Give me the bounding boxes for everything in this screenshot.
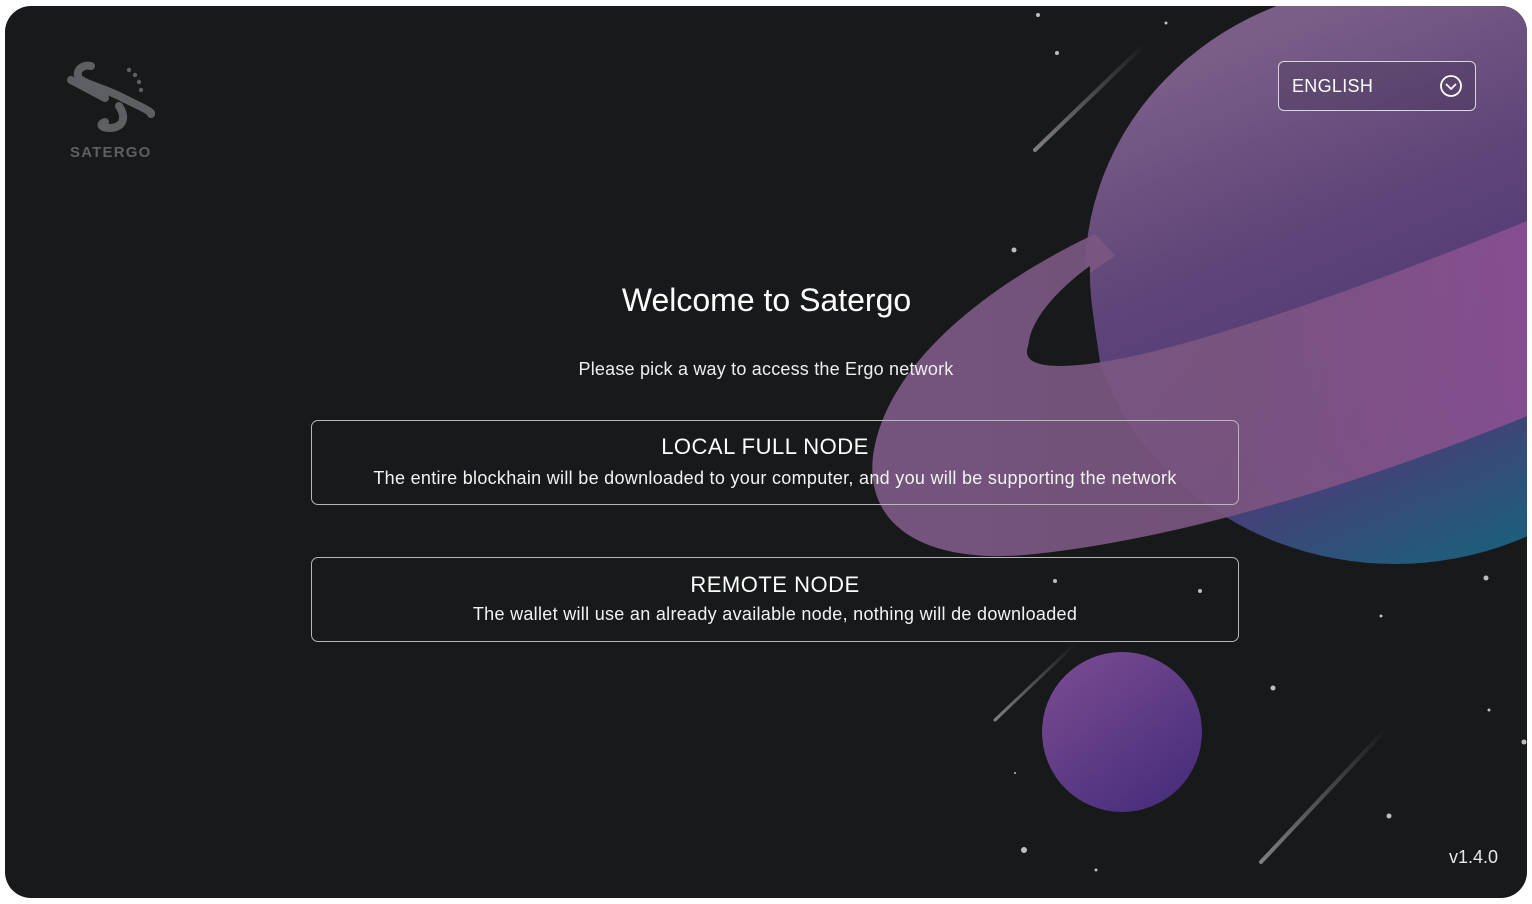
satergo-logo-icon <box>67 61 155 133</box>
language-select-value: ENGLISH <box>1292 75 1374 96</box>
remote-node-button[interactable]: REMOTE NODE The wallet will use an alrea… <box>311 557 1239 642</box>
logo-wordmark: SATERGO <box>70 144 152 161</box>
language-select[interactable]: ENGLISH <box>1278 61 1476 111</box>
option-title: REMOTE NODE <box>690 572 860 597</box>
option-title: LOCAL FULL NODE <box>661 434 869 459</box>
shooting-star <box>1259 726 1389 864</box>
option-description: The entire blockhain will be downloaded … <box>373 468 1177 488</box>
version-label: v1.4.0 <box>1448 847 1498 867</box>
welcome-title: Welcome to Satergo <box>621 282 912 318</box>
local-full-node-button[interactable]: LOCAL FULL NODE The entire blockhain wil… <box>311 420 1239 505</box>
welcome-subtitle: Please pick a way to access the Ergo net… <box>578 359 954 379</box>
moon <box>1042 652 1202 812</box>
chevron-down-circle-icon <box>1440 75 1462 97</box>
app-window: SATERGO ENGLISH Welcome to Satergo Pleas… <box>5 6 1527 898</box>
satergo-logo: SATERGO <box>65 58 155 168</box>
option-description: The wallet will use an already available… <box>472 604 1078 624</box>
